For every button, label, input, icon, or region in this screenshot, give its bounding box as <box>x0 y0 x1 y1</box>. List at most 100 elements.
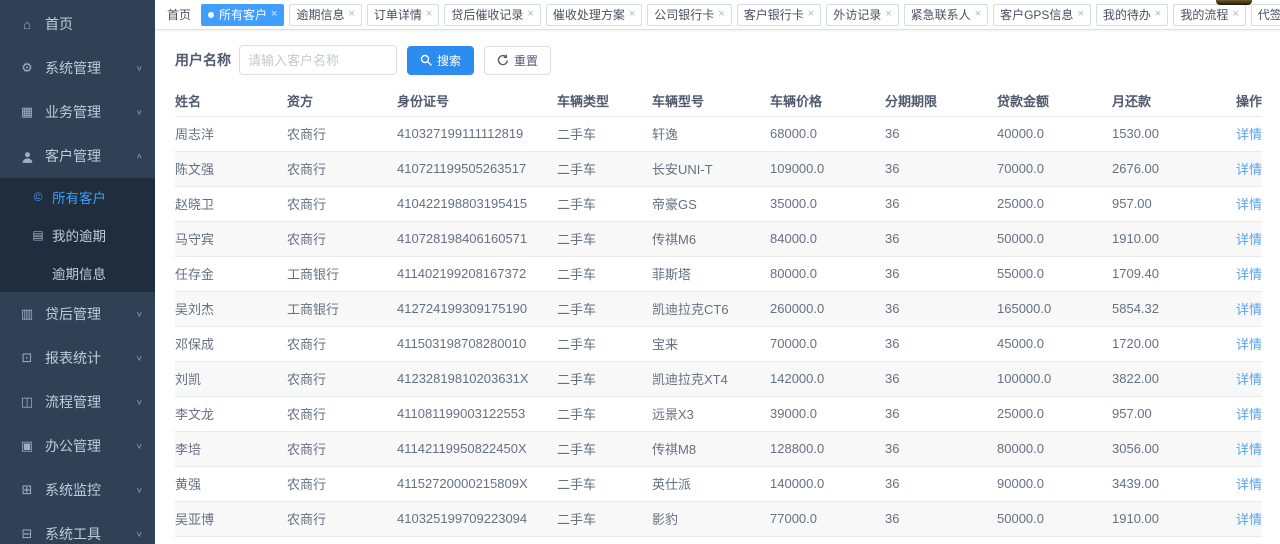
cell-term: 36 <box>885 221 997 256</box>
close-icon[interactable]: × <box>271 9 277 20</box>
close-icon[interactable]: × <box>975 9 981 20</box>
sidebar-item-all-customers[interactable]: ©所有客户 <box>0 178 155 216</box>
cell-vehicle-type: 二手车 <box>557 396 652 431</box>
tab-label: 客户银行卡 <box>744 6 804 23</box>
content-panel: 用户名称 搜索 重置 姓名资方身份证号车辆类型车辆型号车辆价格分期期限贷款金额月… <box>155 30 1280 544</box>
detail-link[interactable]: 详情 <box>1236 372 1262 387</box>
sidebar-item-process-mgmt[interactable]: ◫流程管理∨ <box>0 380 155 424</box>
tab-label: 我的流程 <box>1180 6 1228 23</box>
cell-vehicle-price: 35000.0 <box>770 186 885 221</box>
detail-link[interactable]: 详情 <box>1236 512 1262 527</box>
sidebar-item-label: 系统管理 <box>45 58 136 78</box>
tab-my-process[interactable]: 我的流程 × <box>1173 4 1245 26</box>
close-icon[interactable]: × <box>426 9 432 20</box>
column-header: 贷款金额 <box>997 85 1112 116</box>
sidebar-item-customer-mgmt[interactable]: 客户管理∧ <box>0 134 155 178</box>
table-body: 周志洋农商行410327199111112819二手车轩逸68000.03640… <box>175 116 1262 544</box>
detail-link[interactable]: 详情 <box>1236 302 1262 317</box>
detail-link[interactable]: 详情 <box>1236 477 1262 492</box>
cell-funder: 工商银行 <box>287 256 397 291</box>
tab-label: 订单详情 <box>374 6 422 23</box>
avatar-partial[interactable] <box>1216 0 1252 5</box>
search-button[interactable]: 搜索 <box>407 46 474 75</box>
close-icon[interactable]: × <box>1232 9 1238 20</box>
cell-term: 36 <box>885 501 997 536</box>
cell-funder: 工商银行 <box>287 291 397 326</box>
cell-action: 详情 <box>1212 466 1262 501</box>
tab-all-customers[interactable]: 所有客户× <box>201 4 284 26</box>
detail-link[interactable]: 详情 <box>1236 232 1262 247</box>
refresh-icon <box>497 54 509 66</box>
detail-link[interactable]: 详情 <box>1236 442 1262 457</box>
detail-link[interactable]: 详情 <box>1236 197 1262 212</box>
cell-vehicle-price: 77000.0 <box>770 501 885 536</box>
column-header: 身份证号 <box>397 85 557 116</box>
tab-label: 客户GPS信息 <box>1000 6 1073 23</box>
close-icon[interactable]: × <box>629 9 635 20</box>
sidebar-item-office-mgmt[interactable]: ▣办公管理∨ <box>0 424 155 468</box>
close-icon[interactable]: × <box>348 9 354 20</box>
sidebar-item-business-mgmt[interactable]: ▦业务管理∨ <box>0 90 155 134</box>
tab-visit-records[interactable]: 外访记录 × <box>826 4 898 26</box>
table-row: 任存金工商银行411402199208167372二手车菲斯塔80000.036… <box>175 256 1262 291</box>
cell-funder: 农商行 <box>287 396 397 431</box>
cell-vehicle-price: 80000.0 <box>770 256 885 291</box>
cell-vehicle-price: 109000.0 <box>770 151 885 186</box>
detail-link[interactable]: 详情 <box>1236 267 1262 282</box>
tab-home[interactable]: 首页 <box>163 6 195 23</box>
gear-icon: ⚙ <box>18 60 36 76</box>
search-icon <box>420 54 432 66</box>
detail-link[interactable]: 详情 <box>1236 407 1262 422</box>
cell-vehicle-model: 凯迪拉克XT4 <box>652 361 770 396</box>
cell-loan-amount: 165000.0 <box>997 291 1112 326</box>
close-icon[interactable]: × <box>1077 9 1083 20</box>
sidebar-item-label: 办公管理 <box>45 436 136 456</box>
sidebar-item-postloan-mgmt[interactable]: ▥贷后管理∨ <box>0 292 155 336</box>
cell-monthly-payment: 3056.00 <box>1112 431 1212 466</box>
cell-funder: 农商行 <box>287 221 397 256</box>
reset-button[interactable]: 重置 <box>484 46 551 75</box>
tab-company-bank-card[interactable]: 公司银行卡× <box>647 4 731 26</box>
cell-vehicle-price: 68000.0 <box>770 116 885 151</box>
tab-collection-plan[interactable]: 催收处理方案× <box>546 4 642 26</box>
active-tab-dot-icon <box>208 12 214 18</box>
detail-link[interactable]: 详情 <box>1236 162 1262 177</box>
detail-link[interactable]: 详情 <box>1236 337 1262 352</box>
column-header: 车辆类型 <box>557 85 652 116</box>
cell-monthly-payment <box>1112 536 1212 544</box>
close-icon[interactable]: × <box>885 9 891 20</box>
tab-sign-tasks[interactable]: 代签任务× <box>1251 4 1280 26</box>
cell-vehicle-model: 长安UNI-T <box>652 151 770 186</box>
sidebar-item-my-overdue[interactable]: ▤我的逾期 <box>0 216 155 254</box>
cell-id-number: 410721199505263517 <box>397 151 557 186</box>
tab-customer-bank-card[interactable]: 客户银行卡 × <box>737 4 821 26</box>
close-icon[interactable]: × <box>1155 9 1161 20</box>
tab-emergency-contacts[interactable]: 紧急联系人× <box>904 4 988 26</box>
sidebar-item-system-mgmt[interactable]: ⚙系统管理∨ <box>0 46 155 90</box>
tab-label: 外访记录 <box>833 6 881 23</box>
detail-link[interactable]: 详情 <box>1236 127 1262 142</box>
table-row: 吴亚博农商行410325199709223094二手车影豹77000.03650… <box>175 501 1262 536</box>
folder-icon: ◫ <box>18 394 36 410</box>
sidebar-item-home[interactable]: ⌂首页 <box>0 2 155 46</box>
customer-name-input[interactable] <box>239 45 397 75</box>
close-icon[interactable]: × <box>808 9 814 20</box>
cell-monthly-payment: 1910.00 <box>1112 221 1212 256</box>
cell-vehicle-type: 二手车 <box>557 361 652 396</box>
cell-loan-amount <box>997 536 1112 544</box>
cell-id-number: 41152720000215809X <box>397 466 557 501</box>
sidebar-item-overdue-info[interactable]: 逾期信息 <box>0 254 155 292</box>
cell-term: 36 <box>885 256 997 291</box>
sidebar-item-system-tools[interactable]: ⊟系统工具∨ <box>0 512 155 544</box>
close-icon[interactable]: × <box>718 9 724 20</box>
tab-overdue-info[interactable]: 逾期信息× <box>289 4 361 26</box>
cell-term: 36 <box>885 396 997 431</box>
tab-order-detail[interactable]: 订单详情 × <box>367 4 439 26</box>
tab-my-todo[interactable]: 我的待办× <box>1096 4 1168 26</box>
tab-postloan-collection-records[interactable]: 贷后催收记录× <box>444 4 540 26</box>
sidebar-item-system-monitor[interactable]: ⊞系统监控∨ <box>0 468 155 512</box>
sidebar-item-report-stats[interactable]: ⊡报表统计∨ <box>0 336 155 380</box>
column-header: 车辆型号 <box>652 85 770 116</box>
close-icon[interactable]: × <box>527 9 533 20</box>
tab-customer-gps-info[interactable]: 客户GPS信息 × <box>993 4 1091 26</box>
